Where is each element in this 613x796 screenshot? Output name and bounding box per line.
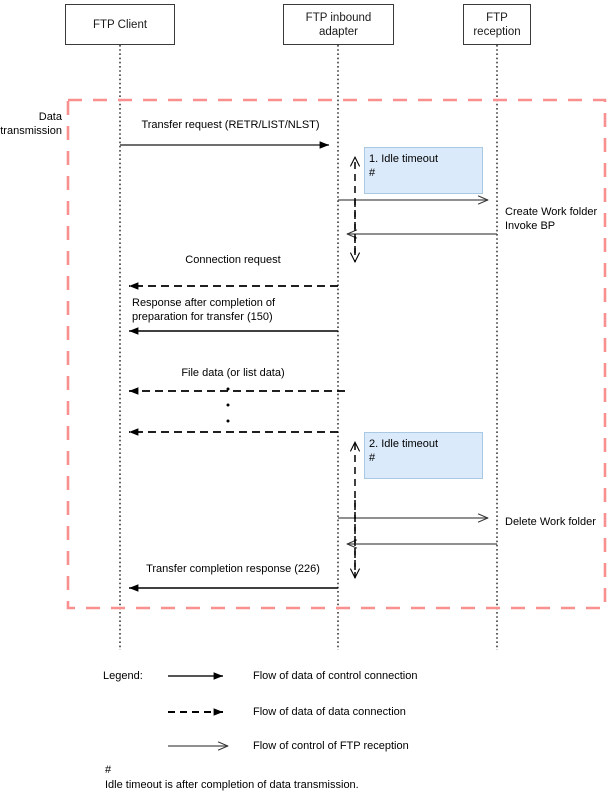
footnote-marker: # [105, 764, 112, 776]
sequence-diagram-canvas: FTP Client FTP inbound adapter FTP recep… [0, 0, 613, 796]
lifeline-header-ftp-inbound-adapter[interactable]: FTP inbound adapter [283, 4, 394, 45]
ellipsis-dots [226, 387, 230, 423]
lifeline-header-label: FTP reception [473, 11, 521, 38]
legend-title: Legend: [103, 670, 143, 682]
ellipsis-dot [226, 387, 230, 391]
legend-label-data-connection: Flow of data of data connection [253, 706, 406, 718]
footnote-text: Idle timeout is after completion of data… [105, 779, 359, 791]
message-label-response-150: Response after completion of preparation… [132, 297, 276, 323]
data-transmission-frame [66, 98, 607, 610]
lifeline-dotted-lines [119, 45, 498, 650]
lifeline-header-label: FTP Client [92, 18, 148, 31]
idle-timeout-label-2: 2. Idle timeout # [369, 438, 439, 464]
message-label-file-data: File data (or list data) [181, 367, 285, 379]
idle-timeout-label-1: 1. Idle timeout # [369, 153, 439, 179]
data-transmission-frame-label: Data transmission [0, 111, 62, 137]
ellipsis-dot [226, 403, 230, 407]
lifeline-header-ftp-reception[interactable]: FTP reception [463, 4, 531, 45]
message-label-create-work-folder: Create Work folder Invoke BP [505, 206, 598, 232]
lifeline-header-label: FTP inbound adapter [305, 11, 372, 38]
legend-sample-arrows [168, 672, 228, 746]
message-label-connection-request: Connection request [185, 254, 281, 266]
ellipsis-dot [226, 419, 230, 423]
legend-label-reception-control: Flow of control of FTP reception [253, 740, 409, 752]
message-label-transfer-request: Transfer request (RETR/LIST/NLST) [141, 119, 320, 131]
message-label-delete-work-folder: Delete Work folder [505, 516, 596, 528]
lifeline-header-ftp-client[interactable]: FTP Client [65, 4, 175, 45]
legend-label-control-connection: Flow of data of control connection [253, 670, 418, 682]
message-label-transfer-completion: Transfer completion response (226) [146, 563, 320, 575]
